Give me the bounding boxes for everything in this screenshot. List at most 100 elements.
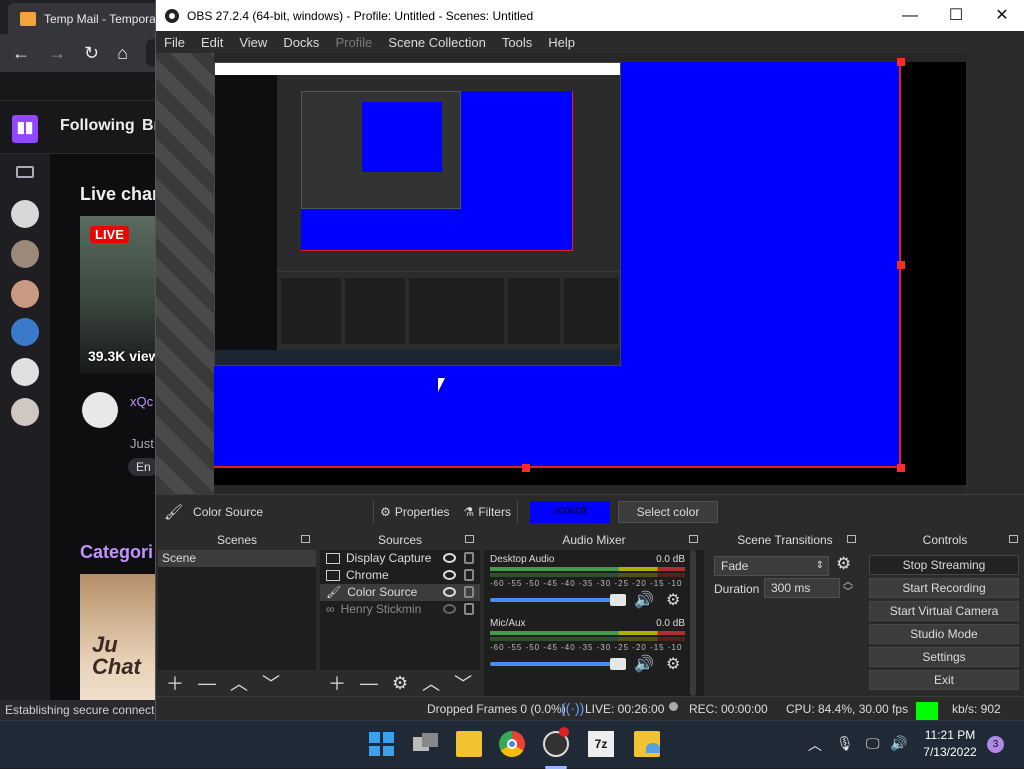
channel-avatar[interactable] — [82, 392, 118, 428]
microphone-icon[interactable]: 🎙 — [836, 735, 854, 752]
resize-handle[interactable] — [522, 464, 530, 472]
source-item[interactable]: 🖌 Color Source — [320, 584, 480, 601]
lock-icon[interactable] — [464, 569, 474, 581]
settings-button[interactable]: Settings — [869, 647, 1019, 667]
speaker-icon[interactable]: 🔊 — [890, 735, 907, 752]
resize-handle[interactable] — [897, 261, 905, 269]
source-item[interactable]: Display Capture — [320, 550, 480, 567]
clock[interactable]: 11:21 PM 7/13/2022 — [918, 727, 982, 761]
menu-help[interactable]: Help — [540, 35, 583, 50]
sidebar-channel-avatar[interactable] — [11, 240, 39, 268]
file-explorer-icon[interactable] — [456, 731, 482, 757]
filters-button[interactable]: ⚗ Filters — [464, 505, 511, 519]
chevron-up-icon[interactable]: ︿ — [808, 735, 822, 755]
move-up-icon[interactable]: ︿ — [230, 670, 248, 696]
slider-handle[interactable] — [610, 594, 626, 606]
move-down-icon[interactable]: ﹀ — [262, 670, 280, 696]
preview-area[interactable] — [156, 53, 1024, 494]
move-up-icon[interactable]: ︿ — [422, 670, 440, 696]
duration-stepper-icon[interactable]: ︿ ﹀ — [843, 578, 853, 598]
sidebar-channel-avatar[interactable] — [11, 200, 39, 228]
maximize-icon[interactable]: ☐ — [933, 0, 979, 31]
resize-handle[interactable] — [897, 58, 905, 66]
select-color-button[interactable]: Select color — [617, 500, 718, 523]
transition-select[interactable]: Fade ⇕ — [714, 556, 829, 576]
menu-file[interactable]: File — [156, 35, 193, 50]
category-thumbnail[interactable]: Ju Chat — [80, 574, 160, 720]
menu-docks[interactable]: Docks — [275, 35, 327, 50]
undock-icon[interactable] — [301, 535, 310, 543]
menu-scene-collection[interactable]: Scene Collection — [380, 35, 494, 50]
forward-arrow-icon[interactable]: → — [48, 43, 66, 64]
stop-streaming-button[interactable]: Stop Streaming — [869, 555, 1019, 575]
speaker-icon[interactable]: 🔊 — [634, 590, 654, 610]
start-recording-button[interactable]: Start Recording — [869, 578, 1019, 598]
slider-handle[interactable] — [610, 658, 626, 670]
lock-icon[interactable] — [464, 552, 474, 564]
eye-hidden-icon[interactable] — [443, 604, 456, 614]
sources-list[interactable]: Display Capture Chrome 🖌 Color Source ∞ He… — [320, 550, 480, 670]
remove-icon[interactable]: — — [198, 673, 216, 694]
undock-icon[interactable] — [465, 535, 474, 543]
volume-slider[interactable]: 🔊 ⚙ — [490, 656, 685, 673]
reload-icon[interactable]: ↻ — [84, 43, 99, 64]
display-capture-preview[interactable] — [214, 62, 621, 366]
studio-mode-button[interactable]: Studio Mode — [869, 624, 1019, 644]
gear-icon[interactable]: ⚙ — [392, 673, 408, 694]
undock-icon[interactable] — [847, 535, 856, 543]
sidebar-channel-avatar[interactable] — [11, 318, 39, 346]
mixer-scrollbar[interactable] — [690, 550, 696, 696]
channel-name[interactable]: xQc — [130, 394, 153, 409]
gear-icon[interactable]: ⚙ — [666, 590, 680, 610]
volume-slider[interactable]: 🔊 ⚙ — [490, 592, 685, 609]
menu-tools[interactable]: Tools — [494, 35, 540, 50]
eye-icon[interactable] — [443, 587, 456, 597]
browser-tab[interactable]: Temp Mail - Tempora — [8, 3, 160, 34]
source-item[interactable]: ∞ Henry Stickmin — [320, 601, 480, 618]
minimize-icon[interactable]: — — [887, 0, 933, 31]
folder-icon[interactable] — [634, 731, 660, 757]
nav-following[interactable]: Following — [60, 117, 135, 135]
obs-taskbar-icon[interactable] — [543, 727, 569, 757]
speaker-icon[interactable]: 🔊 — [634, 654, 654, 674]
sidebar-channel-avatar[interactable] — [11, 280, 39, 308]
properties-button[interactable]: ⚙ Properties — [380, 505, 449, 519]
sidebar-channel-avatar[interactable] — [11, 358, 39, 386]
source-item[interactable]: Chrome — [320, 567, 480, 584]
lock-icon[interactable] — [464, 603, 474, 615]
add-icon[interactable]: ＋ — [166, 670, 184, 696]
sidebar-channel-avatar[interactable] — [11, 398, 39, 426]
chrome-icon[interactable] — [499, 731, 525, 757]
scenes-list[interactable]: Scene — [158, 550, 316, 670]
home-icon[interactable]: ⌂ — [117, 43, 128, 64]
7zip-icon[interactable]: 7z — [588, 731, 614, 757]
remove-icon[interactable]: — — [360, 673, 378, 694]
add-icon[interactable]: ＋ — [328, 670, 346, 696]
undock-icon[interactable] — [1009, 535, 1018, 543]
resize-handle[interactable] — [897, 464, 905, 472]
menu-edit[interactable]: Edit — [193, 35, 231, 50]
menu-profile[interactable]: Profile — [327, 35, 380, 50]
back-arrow-icon[interactable]: ← — [12, 43, 30, 64]
close-icon[interactable]: ✕ — [979, 0, 1024, 31]
preview-canvas[interactable] — [214, 58, 966, 485]
task-view-icon[interactable] — [413, 731, 439, 757]
twitch-logo-icon[interactable]: ▮▮ — [12, 115, 38, 143]
move-down-icon[interactable]: ﹀ — [454, 670, 472, 696]
eye-icon[interactable] — [443, 553, 456, 563]
stream-thumbnail[interactable]: LIVE 39.3K view — [80, 216, 160, 374]
windows-start-icon[interactable] — [368, 731, 394, 757]
scene-item[interactable]: Scene — [158, 550, 316, 567]
eye-icon[interactable] — [443, 570, 456, 580]
gear-icon[interactable]: ⚙ — [666, 654, 680, 674]
duration-input[interactable]: 300 ms — [764, 578, 840, 598]
notification-badge[interactable]: 3 — [987, 736, 1004, 753]
start-virtual-camera-button[interactable]: Start Virtual Camera — [869, 601, 1019, 621]
lock-icon[interactable] — [464, 586, 474, 598]
menu-view[interactable]: View — [231, 35, 275, 50]
camera-icon[interactable] — [16, 166, 34, 178]
gear-icon[interactable]: ⚙ — [836, 554, 851, 574]
undock-icon[interactable] — [689, 535, 698, 543]
network-icon[interactable]: 🖵 — [866, 735, 880, 752]
exit-button[interactable]: Exit — [869, 670, 1019, 690]
